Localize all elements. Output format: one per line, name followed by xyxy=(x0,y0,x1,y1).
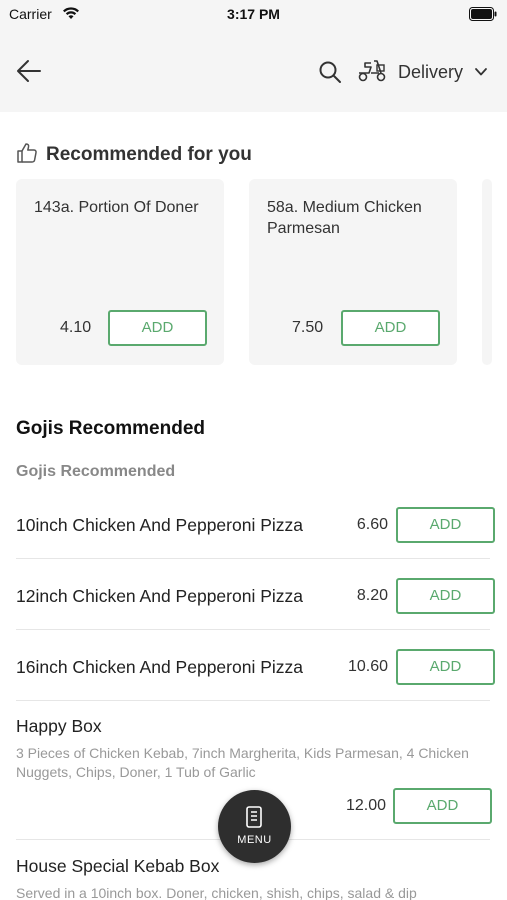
card-item-price: 7.50 xyxy=(292,319,324,336)
battery-icon xyxy=(469,7,497,21)
menu-item-name: House Special Kebab Box xyxy=(16,856,220,876)
section-title: Gojis Recommended xyxy=(16,418,205,439)
menu-item-row[interactable]: 12inch Chicken And Pepperoni Pizza 8.20 … xyxy=(16,578,495,614)
back-arrow-icon[interactable] xyxy=(14,56,44,86)
recommended-card[interactable]: 143a. Portion Of Doner 4.10 ADD xyxy=(16,179,224,365)
menu-item-description: 3 Pieces of Chicken Kebab, 7inch Margher… xyxy=(16,745,469,780)
card-item-name: 58a. Medium Chicken Parmesan xyxy=(267,199,422,237)
add-button[interactable]: ADD xyxy=(396,507,495,543)
recommended-card-partial[interactable] xyxy=(482,179,492,365)
divider xyxy=(16,700,490,701)
menu-item-row[interactable]: 10inch Chicken And Pepperoni Pizza 6.60 … xyxy=(16,507,495,543)
delivery-mode-label[interactable]: Delivery xyxy=(398,62,463,83)
thumbs-up-icon xyxy=(17,143,37,163)
menu-item-name: 10inch Chicken And Pepperoni Pizza xyxy=(16,515,303,535)
menu-item-name: 16inch Chicken And Pepperoni Pizza xyxy=(16,657,303,677)
menu-item-name: Happy Box xyxy=(16,716,102,736)
add-button[interactable]: ADD xyxy=(396,649,495,685)
search-icon[interactable] xyxy=(318,60,342,84)
divider xyxy=(16,558,490,559)
chevron-down-icon[interactable] xyxy=(474,66,488,78)
clock: 3:17 PM xyxy=(227,6,280,22)
top-bar: Delivery xyxy=(0,30,507,112)
menu-item-price: 10.60 xyxy=(347,658,388,675)
section-subtitle: Gojis Recommended xyxy=(16,463,176,480)
add-button[interactable]: ADD xyxy=(108,310,207,346)
add-button[interactable]: ADD xyxy=(393,788,492,824)
menu-item-name: 12inch Chicken And Pepperoni Pizza xyxy=(16,586,303,606)
divider xyxy=(16,629,490,630)
recommended-title: Recommended for you xyxy=(46,144,252,165)
menu-item-price: 6.60 xyxy=(356,516,388,533)
menu-item-row[interactable]: 16inch Chicken And Pepperoni Pizza 10.60… xyxy=(16,649,495,685)
menu-button[interactable]: MENU xyxy=(218,790,291,863)
card-item-name: 143a. Portion Of Doner xyxy=(34,199,199,216)
menu-item-description: Served in a 10inch box. Doner, chicken, … xyxy=(16,885,417,900)
scooter-icon xyxy=(358,60,386,82)
add-button[interactable]: ADD xyxy=(396,578,495,614)
menu-button-label: MENU xyxy=(237,834,272,846)
card-item-price: 4.10 xyxy=(60,319,92,336)
status-bar: Carrier 3:17 PM xyxy=(0,0,507,30)
menu-item-price: 12.00 xyxy=(345,797,386,814)
menu-item-price: 8.20 xyxy=(356,587,388,604)
menu-book-icon xyxy=(246,806,262,828)
recommended-card[interactable]: 58a. Medium Chicken Parmesan 7.50 ADD xyxy=(249,179,457,365)
add-button[interactable]: ADD xyxy=(341,310,440,346)
